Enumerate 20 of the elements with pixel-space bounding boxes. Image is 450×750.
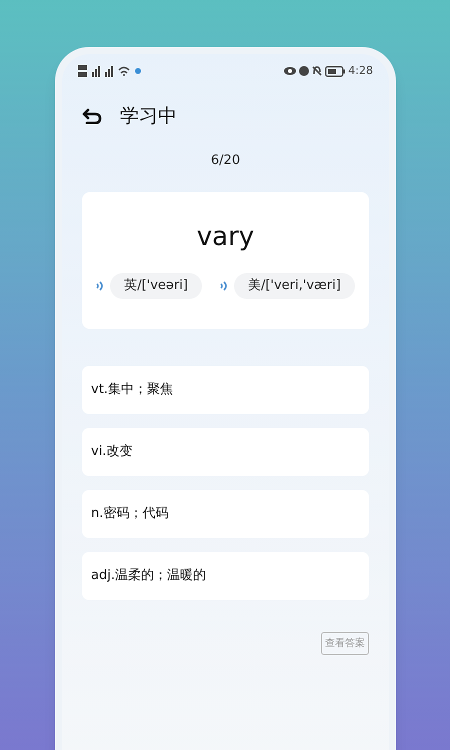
pronunciation-pill[interactable]: 美/['veri,'væri]	[234, 273, 355, 298]
answer-option[interactable]: vi.改变	[82, 428, 369, 476]
battery-icon	[325, 66, 346, 76]
answer-option[interactable]: vt.集中；聚焦	[82, 366, 369, 414]
pronunciation-pill[interactable]: 英/['veəri]	[110, 273, 202, 298]
wifi-icon	[118, 66, 130, 76]
back-icon[interactable]	[82, 108, 102, 124]
signal-icon	[105, 66, 113, 76]
mute-icon	[312, 66, 322, 76]
answer-option[interactable]: adj.温柔的；温暖的	[82, 552, 369, 600]
word-text: vary	[196, 221, 254, 254]
signal-icon	[92, 66, 100, 76]
speaker-icon[interactable]	[96, 280, 104, 291]
page-title: 学习中	[120, 104, 177, 129]
sim-card-icon	[78, 65, 87, 77]
answer-option[interactable]: n.密码；代码	[82, 490, 369, 538]
speaker-icon[interactable]	[220, 280, 228, 291]
progress-count: 6/20	[210, 152, 240, 170]
status-time: 4:28	[348, 62, 373, 79]
eye-icon	[284, 67, 296, 75]
